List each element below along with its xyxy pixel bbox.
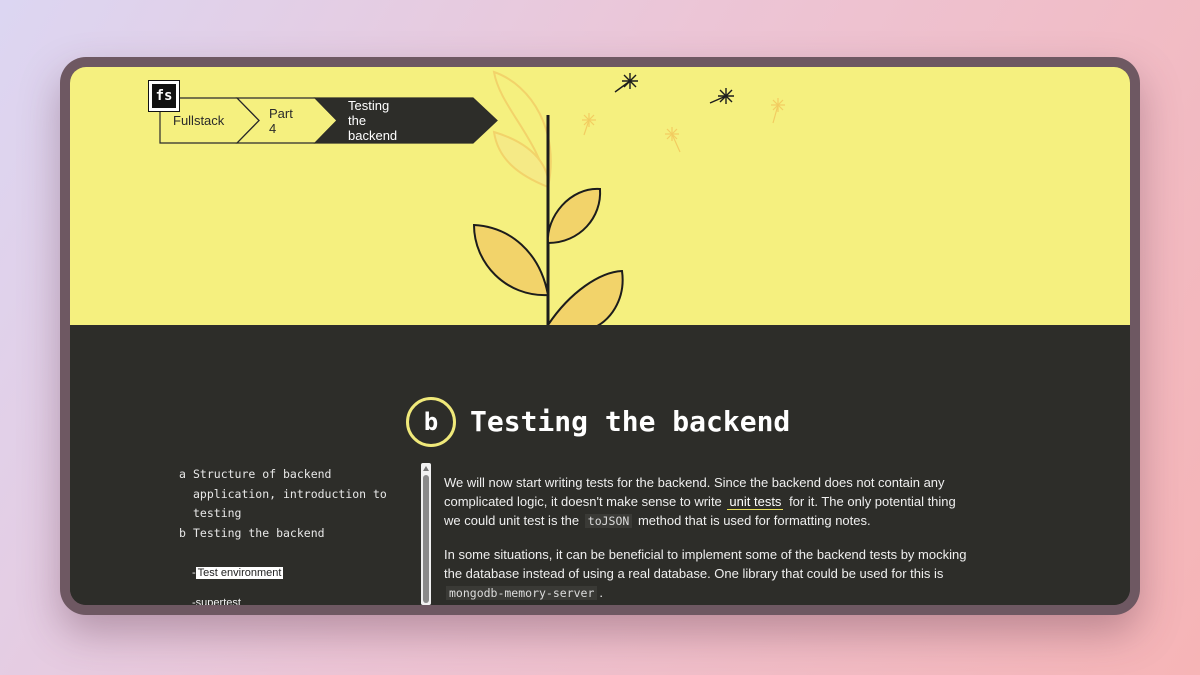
- toc-scrollbar[interactable]: [421, 463, 431, 605]
- scroll-up-arrow-icon[interactable]: [423, 466, 429, 471]
- breadcrumb-item-current[interactable]: Testing the backend: [348, 97, 397, 144]
- toc-item-label: Structure of backend application, introd…: [193, 467, 387, 520]
- main-content: b Testing the backend a Structure of bac…: [70, 325, 1130, 605]
- inline-code: mongodb-memory-server: [446, 586, 598, 600]
- breadcrumb-item-part-4[interactable]: Part 4: [269, 97, 293, 144]
- toc-subitem-supertest[interactable]: -supertest: [192, 597, 241, 605]
- paragraph-text: In some situations, it can be beneficial…: [444, 547, 967, 581]
- toc-subitem-label: supertest: [195, 597, 241, 605]
- paragraph-text: method that is used for formatting notes…: [637, 513, 871, 528]
- toc-item-letter: a: [179, 467, 186, 481]
- page-title: Testing the backend: [470, 405, 791, 438]
- paragraph-2: In some situations, it can be beneficial…: [444, 545, 974, 603]
- hero-banner: Fullstack Part 4 Testing the backend fs: [70, 67, 1130, 325]
- toc-item-label: Testing the backend: [193, 525, 325, 540]
- toc-item-letter: b: [179, 525, 186, 540]
- scrollbar-thumb[interactable]: [423, 475, 429, 603]
- device-frame: Fullstack Part 4 Testing the backend fs …: [60, 57, 1140, 615]
- table-of-contents: a Structure of backend application, intr…: [179, 465, 409, 543]
- section-letter-badge: b: [406, 397, 456, 447]
- breadcrumb-item-fullstack[interactable]: Fullstack: [173, 97, 224, 144]
- inline-code: toJSON: [584, 514, 633, 528]
- toc-subitem-label: Test environment: [195, 567, 284, 579]
- fs-logo[interactable]: fs: [149, 81, 179, 111]
- unit-tests-link[interactable]: unit tests: [727, 494, 784, 510]
- article-body: We will now start writing tests for the …: [444, 473, 974, 605]
- paragraph-text: .: [599, 585, 604, 600]
- paragraph-1: We will now start writing tests for the …: [444, 473, 974, 531]
- browser-viewport: Fullstack Part 4 Testing the backend fs …: [70, 67, 1130, 605]
- toc-subitem-test-environment[interactable]: - Test environment: [192, 567, 284, 579]
- toc-item-a[interactable]: a Structure of backend application, intr…: [179, 465, 409, 524]
- toc-item-b[interactable]: b Testing the backend: [179, 524, 409, 544]
